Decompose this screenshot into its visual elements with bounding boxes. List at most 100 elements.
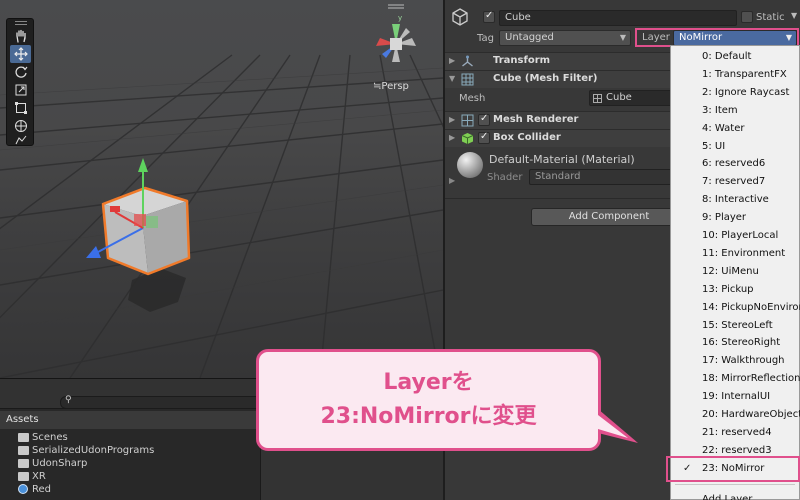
tag-value: Untagged [505,32,554,43]
tag-dropdown[interactable]: Untagged ▼ [499,30,631,46]
layer-menu-item[interactable]: 12: UiMenu [671,263,800,281]
mesh-label: Mesh [459,93,486,104]
box-collider-title: Box Collider [493,132,561,143]
tool-palette [6,18,34,146]
tree-item-udonsharp[interactable]: UdonSharp [18,457,87,470]
layer-menu-item[interactable]: 3: Item [671,102,800,120]
hand-icon [15,29,26,43]
scene-view[interactable]: y ≒Persp [0,0,443,378]
object-name-field[interactable]: Cube [499,10,737,26]
layer-menu-item-label: 19: InternalUI [702,391,771,403]
layer-menu-item-label: 6: reserved6 [702,158,766,170]
box-collider-checkbox[interactable] [478,131,490,144]
mesh-value: Cube [606,92,632,103]
box-collider-icon [461,133,474,144]
mesh-field[interactable]: Cube [589,90,679,106]
scene-icon [18,484,28,494]
chevron-down-icon: ▼ [619,33,626,42]
layer-menu-item[interactable]: 15: StereoLeft [671,317,800,335]
fold-arrow-icon[interactable]: ▶ [449,133,455,142]
selected-layer-highlight [666,456,800,482]
layer-menu-item[interactable]: 9: Player [671,209,800,227]
fold-arrow-icon[interactable]: ▼ [449,74,455,83]
mesh-filter-icon [461,73,474,86]
tree-item-label: Scenes [32,432,68,443]
active-checkbox[interactable] [483,10,495,23]
mesh-renderer-checkbox[interactable] [478,113,490,126]
layer-menu-item[interactable]: 21: reserved4 [671,424,800,442]
material-sphere-icon [457,152,483,178]
layer-menu-item[interactable]: 14: PickupNoEnvironme [671,299,800,317]
mesh-renderer-title: Mesh Renderer [493,114,579,125]
layer-menu-item[interactable]: 16: StereoRight [671,334,800,352]
layer-menu-item-label: 15: StereoLeft [702,319,773,331]
assets-folder[interactable]: ▼ Assets [0,411,260,429]
scale-icon [15,84,26,96]
rotate-tool-button[interactable] [10,63,31,81]
tree-item-serialized-udon-programs[interactable]: SerializedUdonPrograms [18,444,154,457]
callout-line-2: 23:NoMirrorに変更 [320,404,537,429]
fold-arrow-icon[interactable]: ▶ [449,176,455,185]
static-dropdown-icon[interactable]: ▼ [791,11,797,20]
custom-tool-icon [15,135,26,145]
layer-menu-item-label: 10: PlayerLocal [702,230,779,241]
mesh-renderer-icon [461,114,474,127]
layer-menu-item-label: 22: reserved3 [702,444,772,456]
layer-dropdown[interactable]: NoMirror ▼ [673,30,797,46]
layer-menu-item-label: 8: Interactive [702,194,769,206]
layer-menu-item[interactable]: 20: HardwareObjects [671,406,800,424]
layer-menu-item-label: 11: Environment [702,247,786,259]
layer-menu-item[interactable]: 11: Environment [671,245,800,263]
layer-menu-item-label: 7: reserved7 [702,176,766,188]
layer-menu-item[interactable]: 13: Pickup [671,281,800,299]
tree-item-xr[interactable]: XR [18,470,46,483]
custom-tool-button[interactable] [10,135,31,145]
drag-handle[interactable] [15,21,27,25]
layer-menu-item-label: 18: MirrorReflection [702,373,800,385]
tree-item-label: UdonSharp [32,458,88,469]
layer-value: NoMirror [679,32,723,43]
rotate-icon [14,66,27,78]
layer-menu-item[interactable]: 2: Ignore Raycast [671,84,800,102]
tree-item-red[interactable]: Red [18,483,51,496]
layer-menu-item[interactable]: 10: PlayerLocal [671,227,800,245]
layer-menu-item[interactable]: 17: Walkthrough [671,352,800,370]
layer-menu-item-label: 5: UI [702,140,726,152]
shader-dropdown[interactable]: Standard [529,169,679,185]
layer-menu-item[interactable]: 0: Default [671,48,800,66]
folder-icon [18,472,29,481]
tree-item-scenes[interactable]: Scenes [18,431,68,444]
static-checkbox[interactable] [741,11,753,23]
layer-menu-item-label: 3: Item [702,104,738,116]
layer-menu-item[interactable]: 4: Water [671,120,800,138]
persp-label[interactable]: ≒Persp [373,81,409,92]
move-tool-button[interactable] [10,45,31,63]
scale-tool-button[interactable] [10,81,31,99]
move-icon [13,47,28,61]
layer-menu-item[interactable]: 5: UI [671,138,800,156]
callout-pointer [598,409,638,443]
mesh-grid-icon [593,94,602,103]
fold-arrow-icon[interactable]: ▶ [449,115,455,124]
layer-menu-item[interactable]: 6: reserved6 [671,155,800,173]
layer-menu-item[interactable]: 8: Interactive [671,191,800,209]
folder-icon [18,446,29,455]
layer-menu-item[interactable]: 7: reserved7 [671,173,800,191]
folder-icon [18,459,29,468]
layer-menu-item-label: 13: Pickup [702,283,754,295]
transform-icon [462,55,473,67]
layer-menu-item[interactable]: 18: MirrorReflection [671,370,800,388]
fold-arrow-icon[interactable]: ▶ [449,56,455,65]
rect-tool-button[interactable] [10,99,31,117]
layer-menu-item[interactable]: 1: TransparentFX [671,66,800,84]
cube-icon [452,8,468,26]
static-label[interactable]: Static [756,12,785,23]
layer-menu-item-label: 4: Water [702,122,745,134]
add-component-button[interactable]: Add Component [531,208,687,226]
orientation-gizmo[interactable]: y [360,2,440,82]
add-layer-menu-item[interactable]: Add Layer... [671,491,800,500]
layer-menu-item-label: 14: PickupNoEnvironme [702,301,800,313]
hand-tool-button[interactable] [10,27,31,45]
layer-menu-item[interactable]: 19: InternalUI [671,388,800,406]
svg-text:y: y [398,14,402,22]
